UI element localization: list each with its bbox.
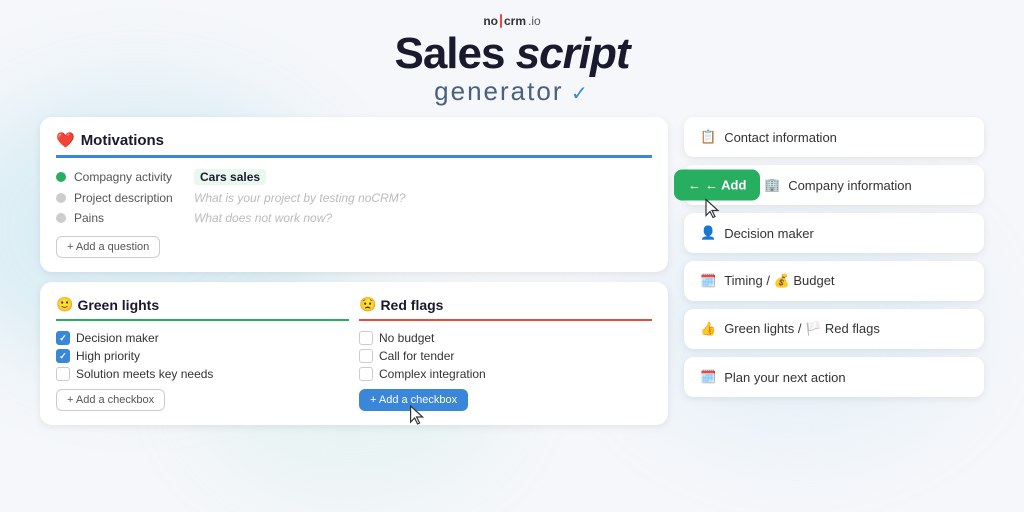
green-lights-label: Green lights [77, 297, 159, 313]
motivation-label-1: Project description [74, 191, 194, 205]
right-panel: 📋 Contact information ← ← Add 🏢 Company … [684, 117, 984, 425]
green-item-1: High priority [56, 347, 349, 365]
header: no crm .io Sales script generator ✓ [0, 0, 1024, 117]
red-flags-title: 😟 Red flags [359, 296, 652, 313]
add-arrow-icon: ← [688, 178, 701, 193]
red-item-2: Complex integration [359, 365, 652, 383]
green-red-icon: 👍 [700, 321, 716, 337]
add-button[interactable]: ← ← Add [674, 170, 760, 201]
checkbox-green-2[interactable] [56, 367, 70, 381]
timing-budget-icon: 🗓️ [700, 273, 716, 289]
red-item-label-1: Call for tender [379, 349, 454, 363]
red-divider [359, 319, 652, 321]
green-item-2: Solution meets key needs [56, 365, 349, 383]
decision-maker-icon: 👤 [700, 225, 716, 241]
red-flags-label: Red flags [380, 297, 443, 313]
title-sales: Sales [394, 29, 504, 78]
add-red-checkbox-button[interactable]: + Add a checkbox [359, 389, 468, 411]
logo-divider [500, 14, 502, 28]
add-question-button[interactable]: + Add a question [56, 236, 160, 258]
left-panel: ❤️ Motivations Compagny activity Cars sa… [40, 117, 668, 425]
motivation-row-2: Pains What does not work now? [56, 208, 652, 228]
motivation-row-0: Compagny activity Cars sales [56, 166, 652, 188]
motivation-label-2: Pains [74, 211, 194, 225]
motivation-label-0: Compagny activity [74, 170, 194, 184]
logo-line: no crm .io [0, 14, 1024, 28]
company-info-label: Company information [788, 178, 912, 193]
inactive-dot-2 [56, 213, 66, 223]
motivations-title: ❤️ Motivations [56, 131, 652, 158]
main-content: ❤️ Motivations Compagny activity Cars sa… [0, 117, 1024, 425]
motivation-row-1: Project description What is your project… [56, 188, 652, 208]
add-red-checkbox-wrapper: + Add a checkbox [359, 383, 468, 411]
logo-no: no [483, 14, 498, 28]
red-flags-section: 😟 Red flags No budget Call for tender [359, 296, 652, 411]
red-item-label-0: No budget [379, 331, 434, 345]
header-subtitle: generator ✓ [0, 76, 1024, 107]
contact-info-icon: 📋 [700, 129, 716, 145]
green-divider [56, 319, 349, 321]
green-lights-section: 🙂 Green lights Decision maker High prior… [56, 296, 349, 411]
red-item-1: Call for tender [359, 347, 652, 365]
timing-budget-card[interactable]: 🗓️ Timing / 💰 Budget [684, 261, 984, 301]
subtitle-check: ✓ [563, 83, 589, 105]
company-info-icon: 🏢 [764, 177, 780, 193]
motivations-icon: ❤️ [56, 131, 75, 149]
next-action-icon: 🗓️ [700, 369, 716, 385]
logo-io: .io [528, 14, 541, 28]
green-red-label: Green lights / 🏳️ Red flags [724, 321, 880, 337]
green-lights-title: 🙂 Green lights [56, 296, 349, 313]
subtitle-text: generator [434, 76, 563, 106]
timing-budget-label: Timing / 💰 Budget [724, 273, 834, 289]
checkbox-red-0[interactable] [359, 331, 373, 345]
motivation-placeholder-2: What does not work now? [194, 211, 332, 225]
motivations-label: Motivations [81, 132, 164, 149]
next-action-card[interactable]: 🗓️ Plan your next action [684, 357, 984, 397]
checkbox-green-0[interactable] [56, 331, 70, 345]
company-info-row: ← ← Add 🏢 Company information [684, 165, 984, 205]
green-item-label-0: Decision maker [76, 331, 159, 345]
lights-flags-card: 🙂 Green lights Decision maker High prior… [40, 282, 668, 425]
next-action-label: Plan your next action [724, 370, 845, 385]
checkbox-red-1[interactable] [359, 349, 373, 363]
contact-info-card[interactable]: 📋 Contact information [684, 117, 984, 157]
green-item-label-2: Solution meets key needs [76, 367, 213, 381]
decision-maker-label: Decision maker [724, 226, 814, 241]
motivation-value-0: Cars sales [194, 169, 266, 185]
red-flags-icon: 😟 [359, 296, 376, 313]
motivations-card: ❤️ Motivations Compagny activity Cars sa… [40, 117, 668, 272]
inactive-dot-1 [56, 193, 66, 203]
motivation-placeholder-1: What is your project by testing noCRM? [194, 191, 405, 205]
logo-crm: crm [504, 14, 526, 28]
red-item-0: No budget [359, 329, 652, 347]
checkbox-green-1[interactable] [56, 349, 70, 363]
contact-info-label: Contact information [724, 130, 837, 145]
red-item-label-2: Complex integration [379, 367, 486, 381]
add-green-checkbox-button[interactable]: + Add a checkbox [56, 389, 165, 411]
decision-maker-card[interactable]: 👤 Decision maker [684, 213, 984, 253]
active-dot [56, 172, 66, 182]
green-red-card[interactable]: 👍 Green lights / 🏳️ Red flags [684, 309, 984, 349]
checkbox-red-2[interactable] [359, 367, 373, 381]
add-button-label: ← Add [705, 178, 746, 193]
green-item-0: Decision maker [56, 329, 349, 347]
title-script: script [516, 29, 630, 78]
green-lights-icon: 🙂 [56, 296, 73, 313]
green-item-label-1: High priority [76, 349, 140, 363]
header-title: Sales script [0, 32, 1024, 76]
